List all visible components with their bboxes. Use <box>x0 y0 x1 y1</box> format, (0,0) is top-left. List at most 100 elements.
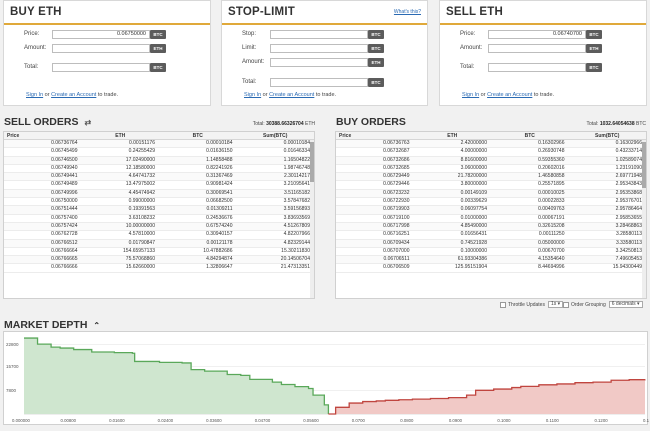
buy-col-btc[interactable]: BTC <box>491 132 569 139</box>
stop-unit-button[interactable]: BTC <box>368 30 384 39</box>
buy-order-row[interactable]: 0.067070000.100000000.006707003.34250813 <box>336 248 646 256</box>
buy-order-row[interactable]: 0.067367632.420000000.163029660.16302966 <box>336 140 646 148</box>
buy-order-row[interactable]: 0.067199030.060977540.004097632.95786464 <box>336 206 646 214</box>
sell-order-row[interactable]: 0.067514440.193915630.013092113.59156893 <box>4 206 314 214</box>
grouping-checkbox[interactable] <box>563 302 569 308</box>
sell-order-row[interactable]: 0.06766664154.6595713310.4788268615.3021… <box>4 248 314 256</box>
throttle-select[interactable]: 1s ▾ <box>548 301 563 308</box>
buy-col-sum[interactable]: Sum(BTC) <box>569 132 647 139</box>
buy-order-row[interactable]: 0.067179984.854900000.326152083.28468863 <box>336 223 646 231</box>
stop-input[interactable] <box>270 30 368 39</box>
buy-order-row[interactable]: 0.0672944921.782000001.465808582.6977194… <box>336 173 646 181</box>
sell-order-cell: 0.01309211 <box>159 206 237 213</box>
chevron-up-icon[interactable]: ⌃ <box>93 321 100 330</box>
sell-order-cell: 0.06766512 <box>4 240 82 247</box>
buy-order-row[interactable]: 0.067326853.060000000.206020161.23191090 <box>336 165 646 173</box>
sell-order-row[interactable]: 0.0674994012.185800000.822419261.9874674… <box>4 165 314 173</box>
buy-order-row[interactable]: 0.067162510.016564310.001112503.28580113 <box>336 231 646 239</box>
sell-col-btc[interactable]: BTC <box>159 132 237 139</box>
sell-total-input[interactable] <box>488 63 586 72</box>
buy-order-cell: 0.00149109 <box>414 190 492 197</box>
sell-order-cell: 0.06749489 <box>4 181 82 188</box>
sell-amount-unit-button[interactable]: ETH <box>586 44 602 53</box>
sell-order-cell: 0.06746500 <box>4 157 82 164</box>
sell-total-unit-button[interactable]: BTC <box>586 63 602 72</box>
sell-order-row[interactable]: 0.067494414.647417320.313674692.30114217 <box>4 173 314 181</box>
sell-create-account-link[interactable]: Create an Account <box>487 92 532 98</box>
sell-order-row[interactable]: 0.067500000.990000000.066825003.57847682 <box>4 198 314 206</box>
swap-icon[interactable]: ⇄ <box>84 118 91 127</box>
buy-total-unit-button[interactable]: BTC <box>150 63 166 72</box>
whats-this-link[interactable]: What's this? <box>394 9 421 15</box>
sell-order-row[interactable]: 0.067499964.454749420.300695413.51165182 <box>4 190 314 198</box>
stop-amount-unit-button[interactable]: ETH <box>368 58 384 67</box>
limit-input[interactable] <box>270 44 368 53</box>
sell-order-cell: 3.57847682 <box>237 198 315 205</box>
sell-amount-input[interactable] <box>488 44 586 53</box>
sell-order-row[interactable]: 0.0675742410.000000000.675742404.5126780… <box>4 223 314 231</box>
buy-col-price[interactable]: Price <box>336 132 414 139</box>
sell-price-unit-button[interactable]: BTC <box>586 30 602 39</box>
sell-order-row[interactable]: 0.0676666575.570688604.8429487420.145067… <box>4 256 314 264</box>
buy-order-cell: 3.06000000 <box>414 165 492 172</box>
throttle-checkbox[interactable] <box>500 302 506 308</box>
sell-orders-scrollbar[interactable] <box>310 140 314 298</box>
sell-order-row[interactable]: 0.067367640.001511760.000101840.00010184 <box>4 140 314 148</box>
buy-order-row[interactable]: 0.0670651161.933043864.153546407.4960545… <box>336 256 646 264</box>
sell-order-row[interactable]: 0.0676666615.626600001.3280664721.473133… <box>4 264 314 272</box>
sell-order-cell: 3.83693569 <box>237 215 315 222</box>
stop-total-row: Total: BTC <box>222 77 384 87</box>
buy-scroll-thumb[interactable] <box>642 142 646 188</box>
sell-order-row[interactable]: 0.067454990.242554290.016361500.01646334 <box>4 148 314 156</box>
sell-order-cell: 4.45474942 <box>82 190 160 197</box>
buy-or-text: or <box>45 92 50 98</box>
stop-label: Stop: <box>222 31 270 37</box>
buy-order-cell: 0.06729446 <box>336 181 414 188</box>
ask-depth-area <box>328 379 645 414</box>
buy-order-cell: 21.78200000 <box>414 173 492 180</box>
buy-price-label: Price: <box>4 31 52 37</box>
buy-order-row[interactable]: 0.067326874.000000000.269307480.43233714 <box>336 148 646 156</box>
stop-signin-link[interactable]: Sign In <box>244 92 261 98</box>
buy-order-cell: 0.10000000 <box>414 248 492 255</box>
sell-order-row[interactable]: 0.067574003.631082320.245366763.83693569 <box>4 215 314 223</box>
buy-amount-unit-button[interactable]: ETH <box>150 44 166 53</box>
sell-price-input[interactable]: 0.06740700 <box>488 30 586 39</box>
sell-order-row[interactable]: 0.067665120.017908470.001211784.82329144 <box>4 240 314 248</box>
sell-order-row[interactable]: 0.0674650017.024900001.148584881.1650482… <box>4 157 314 165</box>
buy-order-row[interactable]: 0.06706509125.951519048.4469499615.94300… <box>336 264 646 272</box>
limit-unit-button[interactable]: BTC <box>368 44 384 53</box>
buy-price-input[interactable]: 0.06750000 <box>52 30 150 39</box>
stop-amount-input[interactable] <box>270 58 368 67</box>
buy-order-row[interactable]: 0.067232320.001491090.000100252.95353868 <box>336 190 646 198</box>
buy-order-row[interactable]: 0.067094340.745219280.050000003.33580113 <box>336 240 646 248</box>
buy-total-input[interactable] <box>52 63 150 72</box>
sell-scroll-thumb[interactable] <box>310 142 314 182</box>
stop-total-input[interactable] <box>270 78 368 87</box>
sell-order-cell: 2.30114217 <box>237 173 315 180</box>
buy-price-unit-button[interactable]: BTC <box>150 30 166 39</box>
stop-create-account-link[interactable]: Create an Account <box>269 92 314 98</box>
buy-orders-scrollbar[interactable] <box>642 140 646 298</box>
sell-order-cell: 0.99000000 <box>82 198 160 205</box>
buy-order-cell: 0.16302966 <box>491 140 569 147</box>
grouping-select[interactable]: 6 decimals ▾ <box>609 301 643 308</box>
buy-create-account-link[interactable]: Create an Account <box>51 92 96 98</box>
sell-order-cell: 0.06750000 <box>4 198 82 205</box>
buy-order-row[interactable]: 0.067326868.816000000.593553601.02589074 <box>336 157 646 165</box>
sell-order-cell: 1.98746748 <box>237 165 315 172</box>
buy-signin-link[interactable]: Sign In <box>26 92 43 98</box>
sell-col-price[interactable]: Price <box>4 132 82 139</box>
sell-order-row[interactable]: 0.067627284.578100000.309401574.82207966 <box>4 231 314 239</box>
buy-order-row[interactable]: 0.067294463.800000000.255718952.95343843 <box>336 181 646 189</box>
stop-total-unit-button[interactable]: BTC <box>368 78 384 87</box>
buy-amount-input[interactable] <box>52 44 150 53</box>
sell-col-eth[interactable]: ETH <box>82 132 160 139</box>
sell-order-row[interactable]: 0.0674948913.479750020.909814243.2109564… <box>4 181 314 189</box>
buy-order-row[interactable]: 0.067191000.010000000.000671912.95853655 <box>336 215 646 223</box>
buy-order-row[interactable]: 0.067229300.003396290.000228332.95376701 <box>336 198 646 206</box>
buy-col-eth[interactable]: ETH <box>414 132 492 139</box>
sell-col-sum[interactable]: Sum(BTC) <box>237 132 315 139</box>
buy-order-cell: 0.05000000 <box>491 240 569 247</box>
sell-signin-link[interactable]: Sign In <box>462 92 479 98</box>
